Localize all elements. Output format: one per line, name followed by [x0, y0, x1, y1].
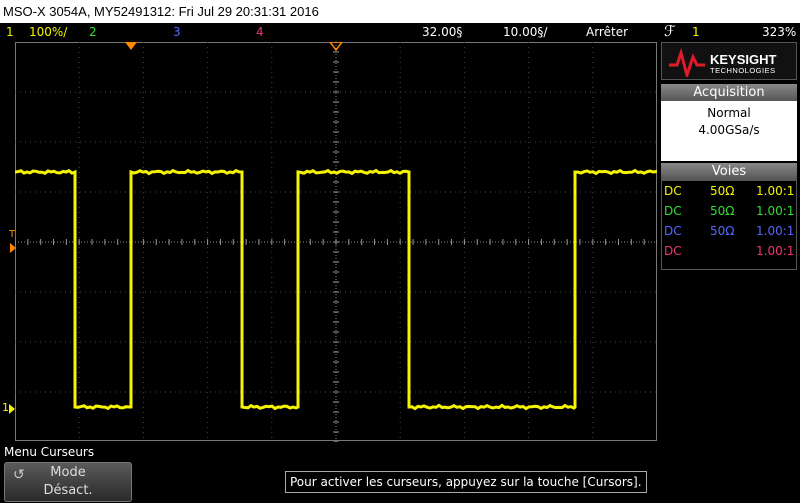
channel-probe-ratio: 1.00:1 — [756, 184, 795, 198]
waveform-display[interactable] — [14, 41, 658, 443]
channel-coupling: DC — [664, 224, 682, 238]
channel-probe-ratio: 1.00:1 — [756, 224, 795, 238]
channel-coupling: DC — [664, 204, 682, 218]
acquisition-body: Normal 4.00GSa/s — [661, 101, 797, 161]
channel-list: DC 50Ω 1.00:1 DC 50Ω 1.00:1 DC 50Ω 1.00:… — [661, 180, 797, 270]
channel-probe-ratio: 1.00:1 — [756, 244, 795, 258]
ch1-scale[interactable]: 100%/ — [29, 23, 67, 41]
softkey-label: Mode — [50, 465, 86, 480]
channel-coupling: DC — [664, 244, 682, 258]
menu-title: Menu Curseurs — [4, 445, 95, 459]
ch3-number[interactable]: 3 — [173, 23, 181, 41]
ch1-ground-arrow-icon — [9, 404, 15, 414]
channel-impedance: 50Ω — [710, 224, 735, 238]
delay-readout[interactable]: 10.00§/ — [503, 23, 547, 41]
trigger-level-marker[interactable]: T — [9, 229, 15, 240]
status-bar: 1 100%/ 2 3 4 32.00§ 10.00§/ Arrêter ℱ 1… — [0, 23, 800, 41]
channel-row[interactable]: DC 50Ω 1.00:1 — [662, 221, 798, 241]
channel-probe-ratio: 1.00:1 — [756, 204, 795, 218]
title-bar: MSO-X 3054A, MY52491312: Fri Jul 29 20:3… — [0, 0, 800, 23]
ch4-number[interactable]: 4 — [256, 23, 264, 41]
trigger-level-label: T — [9, 229, 16, 240]
cursor-mode-softkey[interactable]: ↺ Mode Désact. — [4, 462, 132, 502]
ch1-ground-label: 1 — [2, 401, 9, 414]
channel-coupling: DC — [664, 184, 682, 198]
keysight-logo: KEYSIGHT TECHNOLOGIES — [661, 42, 797, 80]
channel-impedance: 50Ω — [710, 204, 735, 218]
keysight-wave-icon — [669, 47, 705, 77]
graticule-svg — [14, 41, 658, 443]
logo-subtitle: TECHNOLOGIES — [710, 66, 776, 75]
trigger-level[interactable]: 323% — [762, 23, 796, 41]
trigger-source: 1 — [692, 25, 700, 39]
channel-row[interactable]: DC 50Ω 1.00:1 — [662, 181, 798, 201]
channel-row[interactable]: DC 50Ω 1.00:1 — [662, 201, 798, 221]
ch1-ground-marker[interactable]: 1 — [2, 401, 9, 414]
channel-row[interactable]: DC 1.00:1 — [662, 241, 798, 261]
acquisition-mode: Normal — [707, 106, 751, 120]
softkey-value: Désact. — [43, 483, 93, 498]
cursor-hint-message: Pour activer les curseurs, appuyez sur l… — [285, 471, 647, 493]
trigger-edge-icon: ℱ — [664, 22, 676, 40]
channel-impedance: 50Ω — [710, 184, 735, 198]
voies-header[interactable]: Voies — [661, 163, 797, 180]
side-panel: KEYSIGHT TECHNOLOGIES Acquisition Normal… — [661, 42, 800, 272]
ch2-number[interactable]: 2 — [89, 23, 97, 41]
logo-brand: KEYSIGHT — [710, 52, 777, 67]
timebase-readout[interactable]: 32.00§ — [422, 23, 462, 41]
acquisition-rate: 4.00GSa/s — [698, 123, 760, 137]
run-state: Arrêter — [586, 25, 629, 39]
acquisition-header[interactable]: Acquisition — [661, 84, 797, 101]
ch1-number[interactable]: 1 — [6, 23, 14, 41]
trigger-level-arrow-icon — [10, 243, 16, 253]
